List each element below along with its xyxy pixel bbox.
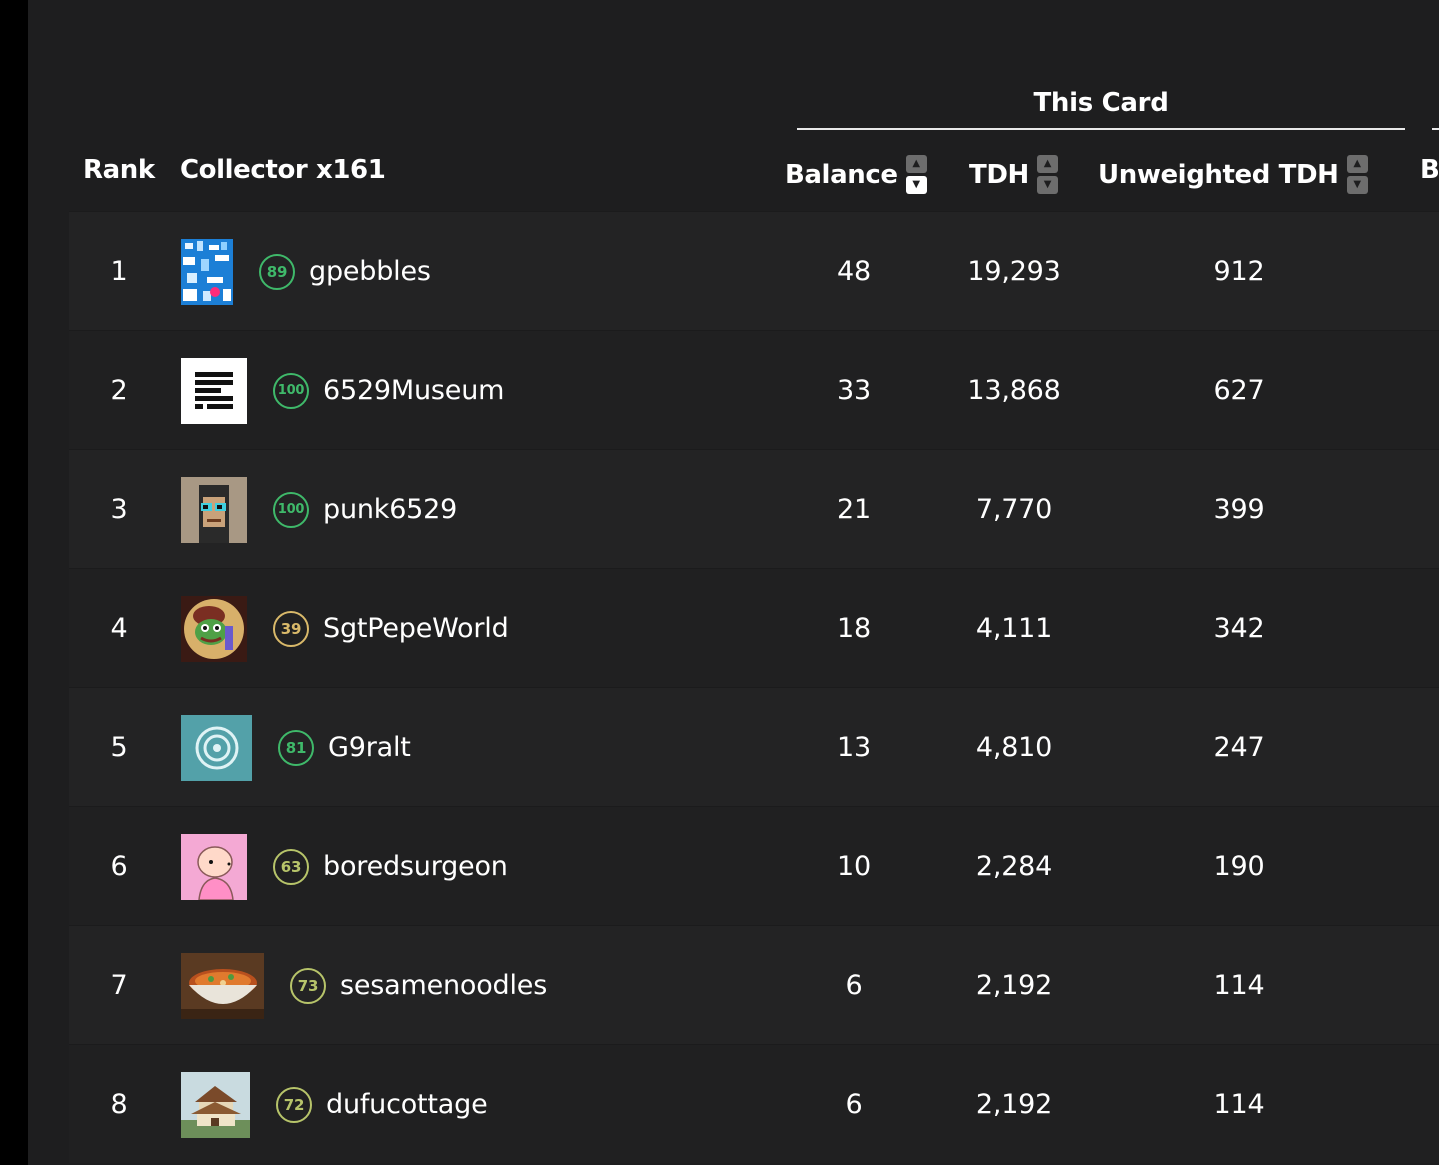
unweighted-tdh-cell: 627 — [1213, 375, 1265, 406]
balance-cell: 18 — [837, 613, 871, 644]
collector-cell[interactable]: 39 SgtPepeWorld — [181, 569, 509, 688]
rank-cell: 8 — [110, 1089, 128, 1120]
tdh-cell: 2,192 — [975, 970, 1053, 1001]
level-badge: 100 — [273, 372, 309, 409]
group-divider — [797, 128, 1405, 130]
collector-name[interactable]: SgtPepeWorld — [323, 613, 509, 644]
avatar[interactable] — [181, 238, 233, 305]
collector-name[interactable]: dufucottage — [326, 1089, 488, 1120]
collector-name[interactable]: 6529Museum — [323, 375, 504, 406]
collector-cell[interactable]: 100 6529Museum — [181, 331, 504, 450]
group-title-this-card: This Card — [1033, 88, 1169, 118]
unweighted-tdh-cell: 342 — [1213, 613, 1265, 644]
sort-up-icon[interactable]: ▲ — [1036, 155, 1058, 173]
balance-cell: 21 — [837, 494, 871, 525]
sort-down-icon[interactable]: ▼ — [1036, 176, 1058, 194]
sort-up-icon[interactable]: ▲ — [1346, 155, 1368, 173]
header-collector: Collector x161 — [180, 155, 386, 185]
unweighted-tdh-cell: 912 — [1213, 256, 1265, 287]
balance-cell: 13 — [837, 732, 871, 763]
tdh-cell: 4,111 — [975, 613, 1053, 644]
balance-cell: 6 — [845, 970, 863, 1001]
collector-name[interactable]: punk6529 — [323, 494, 457, 525]
level-badge: 63 — [273, 848, 309, 885]
tdh-sort-control[interactable]: ▲ ▼ — [1036, 155, 1058, 194]
unweighted-tdh-cell: 399 — [1213, 494, 1265, 525]
left-edge — [0, 0, 28, 1165]
collector-name[interactable]: boredsurgeon — [323, 851, 508, 882]
rank-cell: 1 — [110, 256, 128, 287]
balance-cell: 33 — [837, 375, 871, 406]
rank-cell: 7 — [110, 970, 128, 1001]
balance-cell: 6 — [845, 1089, 863, 1120]
sort-up-icon[interactable]: ▲ — [905, 155, 927, 173]
header-unweighted-tdh-label: Unweighted TDH — [1098, 159, 1339, 190]
header-next-column: B — [1420, 155, 1439, 185]
group-divider-next — [1432, 128, 1439, 130]
level-badge: 73 — [290, 967, 326, 1004]
level-badge: 89 — [259, 253, 295, 290]
tdh-cell: 7,770 — [975, 494, 1053, 525]
avatar[interactable] — [181, 833, 247, 900]
avatar[interactable] — [181, 714, 252, 781]
header-balance-label: Balance — [785, 159, 898, 190]
avatar[interactable] — [181, 952, 264, 1019]
table-row[interactable]: 7 73 sesamenoodles 6 2,192 114 — [69, 925, 1439, 1044]
level-badge: 39 — [273, 610, 309, 647]
header-unweighted-tdh[interactable]: Unweighted TDH ▲ ▼ — [1098, 155, 1368, 194]
collector-name[interactable]: sesamenoodles — [340, 970, 547, 1001]
tdh-cell: 19,293 — [967, 256, 1061, 287]
tdh-cell: 13,868 — [967, 375, 1061, 406]
table-row[interactable]: 2 100 6529Museum 33 13,868 627 — [69, 330, 1439, 449]
rank-cell: 3 — [110, 494, 128, 525]
unweighted-tdh-cell: 190 — [1213, 851, 1265, 882]
collector-name[interactable]: gpebbles — [309, 256, 431, 287]
header-rank: Rank — [83, 155, 155, 185]
table-row[interactable]: 4 39 SgtPepeWorld 18 4,111 342 — [69, 568, 1439, 687]
balance-cell: 48 — [837, 256, 871, 287]
collector-cell[interactable]: 72 dufucottage — [181, 1045, 488, 1164]
collector-cell[interactable]: 89 gpebbles — [181, 212, 431, 331]
sort-down-icon[interactable]: ▼ — [1346, 176, 1368, 194]
rank-cell: 6 — [110, 851, 128, 882]
sort-down-icon[interactable]: ▼ — [905, 176, 927, 194]
rank-cell: 2 — [110, 375, 128, 406]
collector-cell[interactable]: 73 sesamenoodles — [181, 926, 547, 1045]
balance-cell: 10 — [837, 851, 871, 882]
header-balance[interactable]: Balance ▲ ▼ — [785, 155, 927, 194]
tdh-cell: 4,810 — [975, 732, 1053, 763]
table-row[interactable]: 1 89 gpebbles 48 19,293 912 — [69, 211, 1439, 330]
tdh-cell: 2,192 — [975, 1089, 1053, 1120]
avatar[interactable] — [181, 357, 247, 424]
rank-cell: 4 — [110, 613, 128, 644]
collector-cell[interactable]: 81 G9ralt — [181, 688, 411, 807]
table-row[interactable]: 6 63 boredsurgeon 10 2,284 190 — [69, 806, 1439, 925]
leaderboard-panel: This Card Rank Collector x161 Balance ▲ … — [28, 0, 1439, 1165]
level-badge: 100 — [273, 491, 309, 528]
unweighted-tdh-sort-control[interactable]: ▲ ▼ — [1346, 155, 1368, 194]
collector-cell[interactable]: 63 boredsurgeon — [181, 807, 508, 926]
collector-cell[interactable]: 100 punk6529 — [181, 450, 457, 569]
unweighted-tdh-cell: 247 — [1213, 732, 1265, 763]
header-tdh[interactable]: TDH ▲ ▼ — [969, 155, 1058, 194]
level-badge: 81 — [278, 729, 314, 766]
unweighted-tdh-cell: 114 — [1213, 1089, 1265, 1120]
tdh-cell: 2,284 — [975, 851, 1053, 882]
level-badge: 72 — [276, 1086, 312, 1123]
unweighted-tdh-cell: 114 — [1213, 970, 1265, 1001]
leaderboard-rows: 1 89 gpebbles 48 19,293 912 2 100 6529Mu… — [69, 211, 1439, 1163]
avatar[interactable] — [181, 1071, 250, 1138]
rank-cell: 5 — [110, 732, 128, 763]
balance-sort-control[interactable]: ▲ ▼ — [905, 155, 927, 194]
avatar[interactable] — [181, 595, 247, 662]
table-row[interactable]: 5 81 G9ralt 13 4,810 247 — [69, 687, 1439, 806]
table-row[interactable]: 3 100 punk6529 21 7,770 399 — [69, 449, 1439, 568]
header-tdh-label: TDH — [969, 159, 1029, 190]
avatar[interactable] — [181, 476, 247, 543]
collector-name[interactable]: G9ralt — [328, 732, 411, 763]
table-row[interactable]: 8 72 dufucottage 6 2,192 114 — [69, 1044, 1439, 1163]
